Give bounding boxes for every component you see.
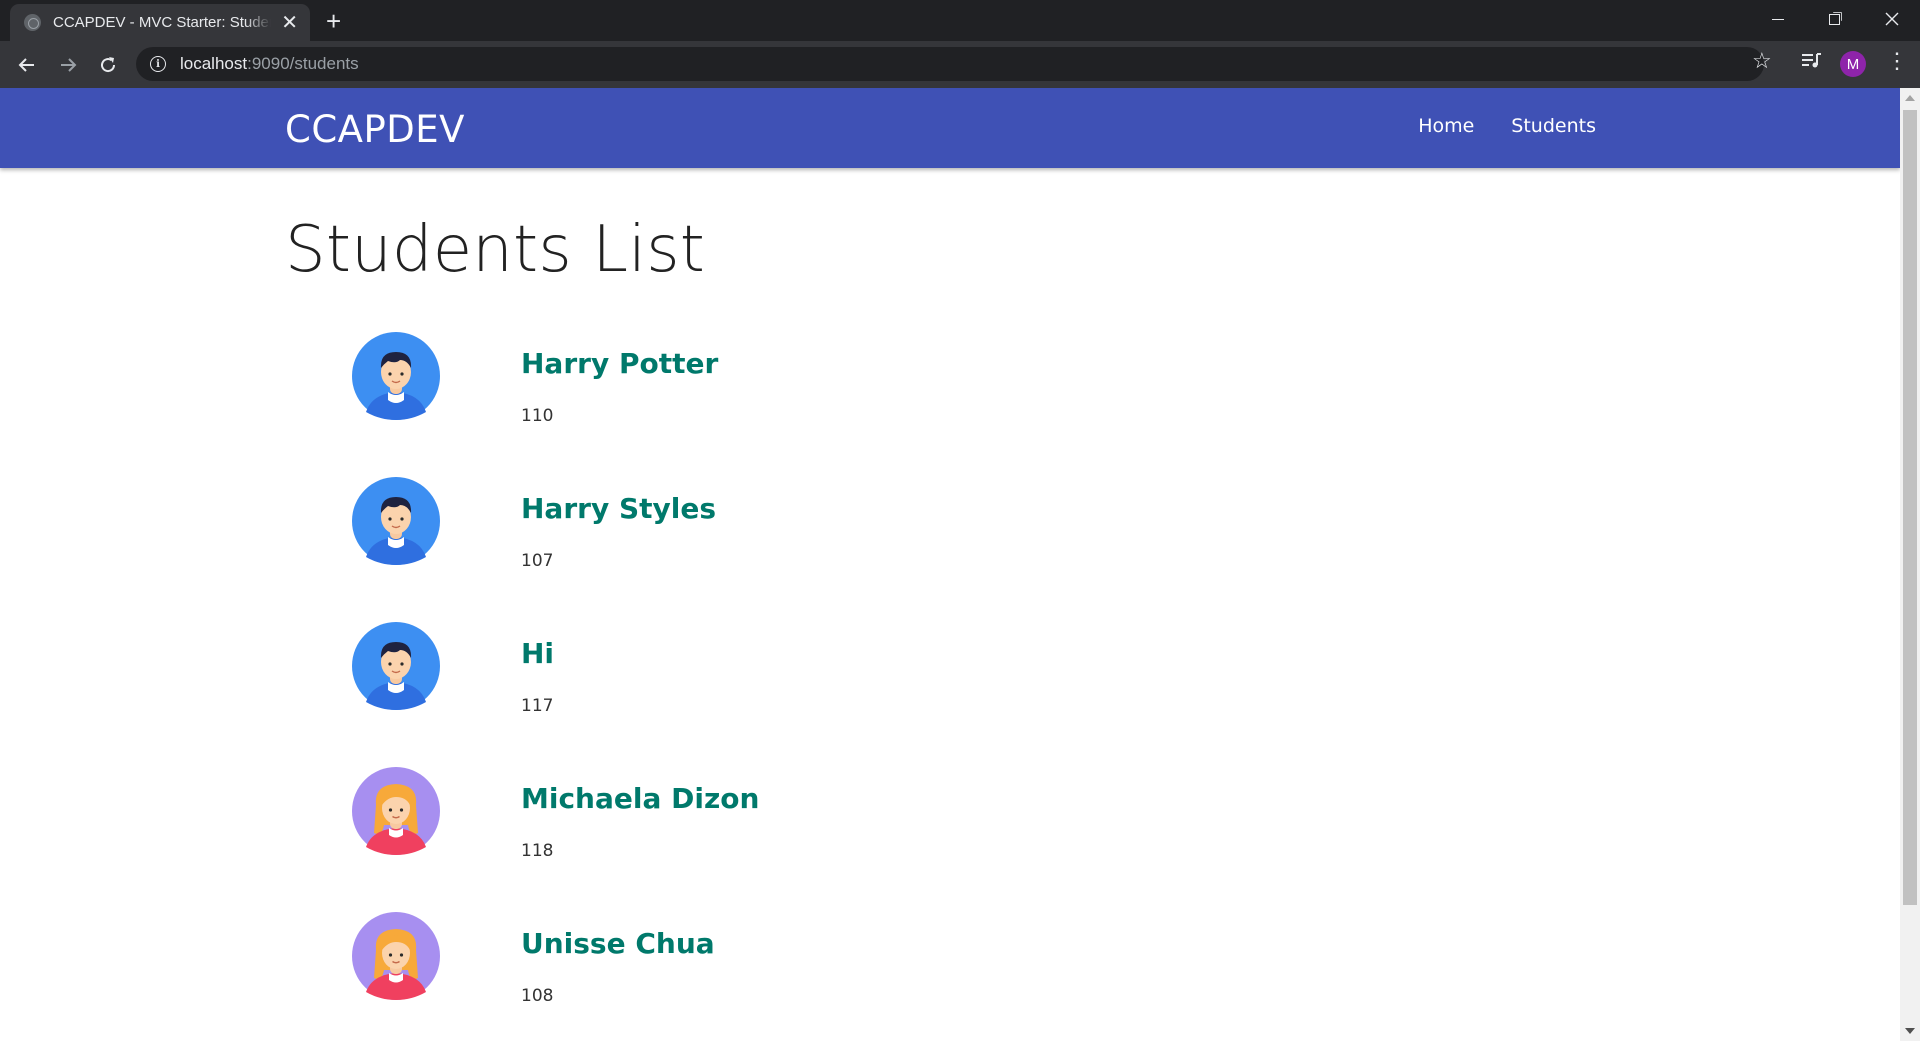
restore-icon: [1828, 13, 1840, 25]
browser-toolbar: i localhost:9090/students ☆ M ⋮: [0, 41, 1920, 88]
tab-title: CCAPDEV - MVC Starter: Students: [53, 14, 272, 31]
url-path: :9090/students: [247, 54, 359, 73]
female-avatar-icon: [352, 767, 440, 855]
student-card: Unisse Chua 108: [352, 912, 1152, 1041]
reload-button[interactable]: [94, 51, 122, 79]
vertical-scrollbar[interactable]: [1900, 88, 1920, 1041]
close-window-button[interactable]: [1864, 0, 1920, 38]
student-name-link[interactable]: Hi: [521, 637, 554, 670]
address-bar[interactable]: i localhost:9090/students: [136, 47, 1764, 81]
browser-tab[interactable]: CCAPDEV - MVC Starter: Students ✕: [10, 4, 310, 41]
new-tab-button[interactable]: +: [326, 7, 341, 35]
kebab-menu-icon[interactable]: ⋮: [1886, 48, 1908, 74]
student-name-link[interactable]: Michaela Dizon: [521, 782, 759, 815]
restore-button[interactable]: [1806, 0, 1862, 38]
globe-icon: [24, 14, 41, 31]
student-id: 117: [521, 696, 554, 716]
male-avatar-icon: [352, 622, 440, 710]
minimize-button[interactable]: [1750, 0, 1806, 38]
site-navbar: CCAPDEV Home Students: [0, 88, 1900, 168]
male-avatar-icon: [352, 332, 440, 420]
scrollbar-thumb[interactable]: [1903, 110, 1917, 905]
student-id: 110: [521, 406, 554, 426]
nav-links: Home Students: [1418, 115, 1596, 137]
arrow-left-icon: [18, 58, 34, 72]
female-avatar-icon: [352, 912, 440, 1000]
student-card: Hi 117: [352, 622, 1152, 767]
back-button[interactable]: [13, 51, 41, 79]
bookmark-star-icon[interactable]: ☆: [1752, 48, 1772, 74]
arrow-right-icon: [61, 58, 77, 72]
student-list: Harry Potter 110 Harry Styles 107 Hi 117…: [352, 332, 1152, 1041]
minimize-icon: [1772, 18, 1784, 20]
main-content: Students List: [285, 213, 1685, 287]
student-card: Harry Styles 107: [352, 477, 1152, 622]
page-title: Students List: [285, 213, 706, 287]
close-tab-icon[interactable]: ✕: [281, 13, 298, 33]
scroll-up-icon[interactable]: [1905, 95, 1915, 101]
student-id: 118: [521, 841, 554, 861]
student-name-link[interactable]: Harry Potter: [521, 347, 718, 380]
student-name-link[interactable]: Unisse Chua: [521, 927, 715, 960]
profile-avatar[interactable]: M: [1840, 51, 1866, 77]
browser-tabstrip: CCAPDEV - MVC Starter: Students ✕ +: [0, 0, 1920, 41]
student-name-link[interactable]: Harry Styles: [521, 492, 716, 525]
media-control-icon[interactable]: [1800, 50, 1822, 76]
student-id: 108: [521, 986, 554, 1006]
nav-students-link[interactable]: Students: [1511, 115, 1596, 137]
student-id: 107: [521, 551, 554, 571]
site-info-icon[interactable]: i: [150, 56, 166, 72]
male-avatar-icon: [352, 477, 440, 565]
forward-button[interactable]: [54, 51, 82, 79]
brand-logo[interactable]: CCAPDEV: [285, 108, 465, 151]
close-icon: [1885, 12, 1899, 26]
scroll-down-icon[interactable]: [1905, 1028, 1915, 1034]
student-card: Michaela Dizon 118: [352, 767, 1152, 912]
reload-icon: [101, 57, 116, 73]
media-queue-icon: [1802, 53, 1821, 68]
nav-home-link[interactable]: Home: [1418, 115, 1474, 137]
student-card: Harry Potter 110: [352, 332, 1152, 477]
url-host: localhost: [180, 54, 248, 73]
page-viewport: CCAPDEV Home Students Students List Harr…: [0, 88, 1900, 1041]
